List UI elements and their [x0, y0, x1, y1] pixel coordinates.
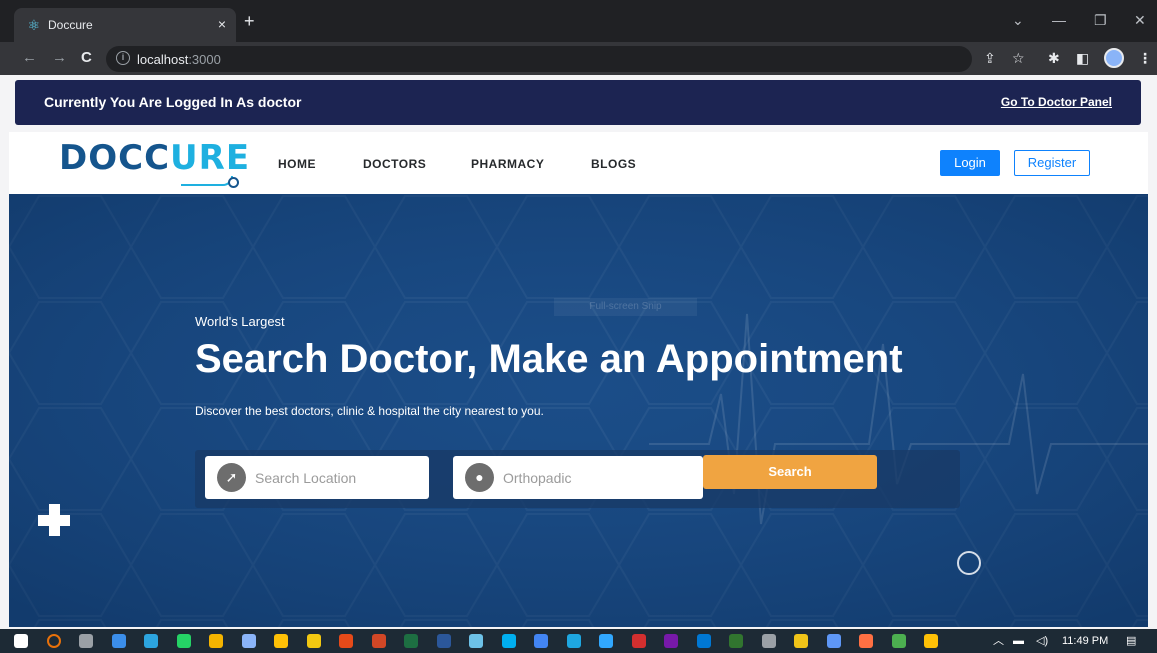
taskbar-app-icon[interactable] — [111, 634, 126, 648]
taskbar-app-icon[interactable] — [534, 634, 548, 648]
stethoscope-end-icon — [228, 177, 239, 188]
share-icon[interactable]: ⇪ — [984, 50, 996, 66]
browser-menu-icon[interactable]: ⋮ — [1138, 50, 1152, 66]
login-notice-bar: Currently You Are Logged In As doctor Go… — [15, 80, 1141, 125]
profile-avatar[interactable] — [1104, 48, 1124, 68]
search-location-placeholder: Search Location — [255, 470, 357, 486]
taskbar-app-icon[interactable] — [469, 634, 483, 648]
taskbar-app-icon[interactable] — [274, 634, 288, 648]
taskbar-app-icon[interactable] — [859, 634, 873, 648]
taskbar-app-icon[interactable] — [209, 634, 223, 648]
nav-doctors[interactable]: DOCTORS — [363, 157, 426, 171]
browser-tab-strip: ⚛ Doccure × + ⌄ — ❐ ✕ — [0, 0, 1157, 42]
minimize-button[interactable]: — — [1052, 12, 1066, 28]
doccure-logo[interactable]: DOCCURE — [59, 138, 250, 178]
url-text: localhost:3000 — [137, 52, 221, 67]
clock[interactable]: 11:49 PM — [1062, 635, 1108, 647]
taskbar-app-icon[interactable] — [371, 634, 386, 648]
windows-taskbar: ︿ ▬ ◁) 11:49 PM ▤ — [0, 629, 1157, 653]
snip-overlay-label: Full-screen Snip — [554, 298, 697, 316]
volume-icon[interactable]: ◁) — [1036, 635, 1048, 647]
specialty-field[interactable]: ● Orthopadic — [453, 456, 703, 499]
browser-toolbar: ← → C i localhost:3000 ⇪ ☆ ✱ ◧ ⋮ — [0, 42, 1157, 75]
circle-icon — [957, 551, 981, 575]
taskbar-app-icon[interactable] — [826, 634, 841, 648]
tab-search-icon[interactable]: ⌄ — [1012, 12, 1024, 28]
search-icon[interactable] — [46, 634, 61, 648]
specialty-placeholder: Orthopadic — [503, 470, 572, 486]
taskbar-app-icon[interactable] — [306, 634, 321, 648]
taskbar-app-icon[interactable] — [599, 634, 613, 648]
react-icon: ⚛ — [27, 17, 41, 33]
taskbar-app-icon[interactable] — [794, 634, 808, 648]
notifications-icon[interactable]: ▤ — [1126, 635, 1136, 647]
network-icon[interactable]: ▬ — [1013, 635, 1024, 647]
taskbar-app-icon[interactable] — [664, 634, 678, 648]
stethoscope-icon — [181, 176, 233, 186]
nav-pharmacy[interactable]: PHARMACY — [471, 157, 544, 171]
search-panel: ➚ Search Location ● Orthopadic Search — [195, 450, 960, 508]
site-info-icon[interactable]: i — [116, 51, 130, 65]
back-button[interactable]: ← — [22, 49, 37, 67]
hero-subtitle: Discover the best doctors, clinic & hosp… — [195, 404, 544, 418]
login-button[interactable]: Login — [940, 150, 1000, 176]
reload-button[interactable]: C — [81, 49, 92, 67]
nav-blogs[interactable]: BLOGS — [591, 157, 636, 171]
taskbar-app-icon[interactable] — [404, 634, 418, 648]
close-window-button[interactable]: ✕ — [1134, 12, 1146, 28]
taskbar-app-icon[interactable] — [729, 634, 743, 648]
site-header: DOCCURE HOME DOCTORS PHARMACY BLOGS Logi… — [9, 132, 1148, 194]
browser-tab[interactable]: ⚛ Doccure × — [14, 8, 236, 42]
tray-chevron-icon[interactable]: ︿ — [993, 635, 1004, 647]
doctor-panel-link[interactable]: Go To Doctor Panel — [1001, 95, 1112, 109]
page-viewport: Currently You Are Logged In As doctor Go… — [0, 75, 1157, 629]
hero-title: Search Doctor, Make an Appointment — [195, 337, 903, 381]
restore-button[interactable]: ❐ — [1094, 12, 1107, 28]
hero-banner: Full-screen Snip World's Largest Search … — [9, 194, 1148, 627]
address-bar[interactable]: i localhost:3000 — [106, 46, 972, 72]
search-button[interactable]: Search — [703, 455, 877, 489]
extensions-icon[interactable]: ✱ — [1048, 50, 1060, 66]
taskbar-app-icon[interactable] — [696, 634, 711, 648]
taskbar-app-icon[interactable] — [631, 634, 646, 648]
register-button[interactable]: Register — [1014, 150, 1090, 176]
taskbar-app-icon[interactable] — [144, 634, 158, 648]
bookmark-star-icon[interactable]: ☆ — [1012, 50, 1025, 66]
taskbar-app-icon[interactable] — [436, 634, 451, 648]
plus-icon-bar — [38, 515, 70, 526]
taskbar-app-icon[interactable] — [891, 634, 906, 648]
taskbar-app-icon[interactable] — [501, 634, 516, 648]
tab-title: Doccure — [48, 18, 93, 32]
side-panel-icon[interactable]: ◧ — [1076, 50, 1089, 66]
user-icon: ● — [465, 463, 494, 492]
login-notice-text: Currently You Are Logged In As doctor — [44, 94, 302, 110]
nav-home[interactable]: HOME — [278, 157, 316, 171]
taskbar-app-icon[interactable] — [566, 634, 581, 648]
search-location-field[interactable]: ➚ Search Location — [205, 456, 429, 499]
new-tab-button[interactable]: + — [244, 12, 255, 30]
taskbar-app-icon[interactable] — [176, 634, 191, 648]
hero-kicker: World's Largest — [195, 314, 285, 329]
taskbar-app-icon[interactable] — [241, 634, 256, 648]
tab-close-icon[interactable]: × — [218, 16, 226, 32]
taskbar-app-icon[interactable] — [924, 634, 938, 648]
compass-icon: ➚ — [217, 463, 246, 492]
windows-start-icon[interactable] — [14, 634, 28, 648]
taskbar-app-icon[interactable] — [761, 634, 776, 648]
forward-button[interactable]: → — [52, 49, 67, 67]
taskbar-app-icon[interactable] — [79, 634, 93, 648]
taskbar-app-icon[interactable] — [339, 634, 353, 648]
